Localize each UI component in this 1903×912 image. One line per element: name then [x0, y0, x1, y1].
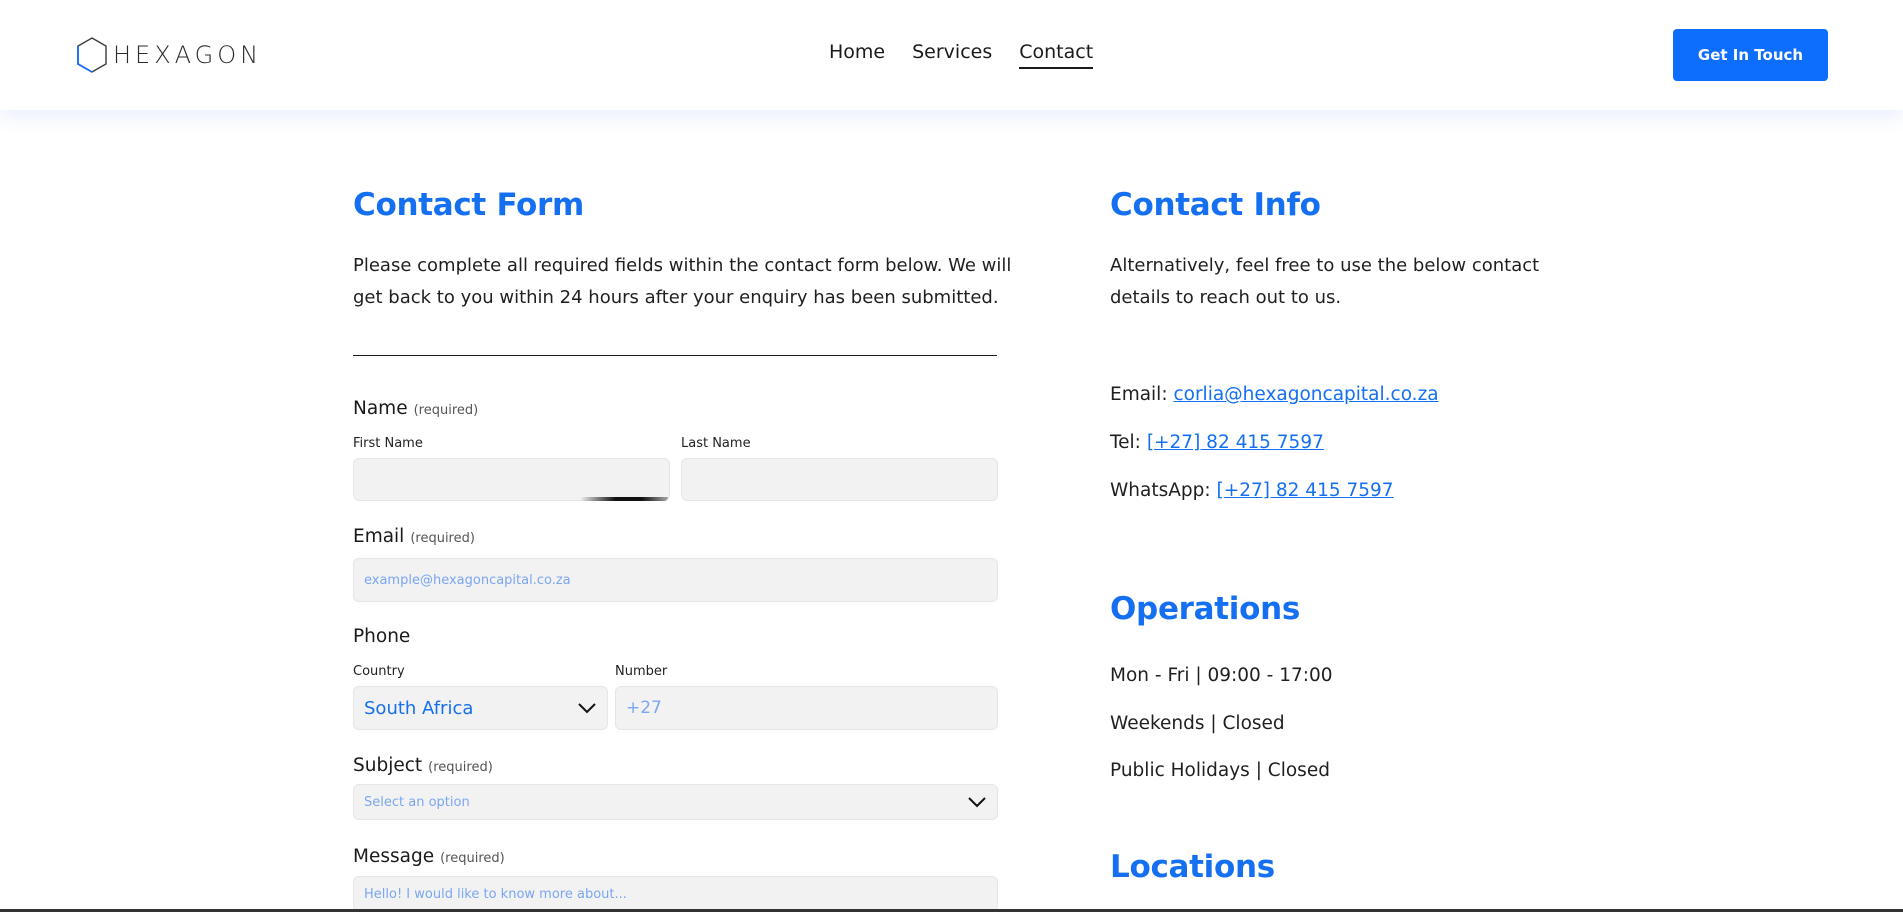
- whatsapp-info: WhatsApp: [+27] 82 415 7597: [1110, 480, 1394, 501]
- contact-form-title: Contact Form: [353, 187, 585, 223]
- chevron-down-icon: [968, 797, 986, 808]
- form-intro-line-1: Please complete all required fields with…: [353, 255, 1012, 276]
- last-name-field[interactable]: [681, 458, 998, 501]
- main-nav: Home Services Contact: [829, 42, 1094, 69]
- country-selected-value: South Africa: [364, 697, 474, 719]
- phone-number-field[interactable]: [615, 686, 998, 730]
- phone-label: Phone: [353, 626, 411, 647]
- get-in-touch-button[interactable]: Get In Touch: [1673, 29, 1828, 81]
- logo-text: HEXAGON: [113, 41, 263, 69]
- country-select[interactable]: South Africa: [353, 686, 608, 730]
- whatsapp-link[interactable]: [+27] 82 415 7597: [1217, 480, 1394, 501]
- message-required-tag: (required): [440, 851, 505, 866]
- nav-services[interactable]: Services: [912, 42, 992, 69]
- message-label-text: Message: [353, 846, 435, 867]
- subject-label-text: Subject: [353, 755, 423, 776]
- chevron-down-icon: [578, 703, 596, 714]
- hexagon-logo-icon: [77, 37, 107, 73]
- email-field[interactable]: [353, 558, 998, 602]
- nav-contact[interactable]: Contact: [1019, 42, 1094, 69]
- info-intro: Alternatively, feel free to use the belo…: [1110, 250, 1580, 314]
- email-info: Email: corlia@hexagoncapital.co.za: [1110, 384, 1439, 405]
- subject-label: Subject (required): [353, 755, 493, 776]
- first-name-field[interactable]: [353, 458, 670, 501]
- form-intro-line-2: get back to you within 24 hours after yo…: [353, 287, 999, 308]
- operations-line-holidays: Public Holidays | Closed: [1110, 760, 1330, 781]
- subject-required-tag: (required): [428, 760, 493, 775]
- locations-title: Locations: [1110, 849, 1275, 885]
- whatsapp-info-label: WhatsApp:: [1110, 480, 1211, 501]
- form-intro: Please complete all required fields with…: [353, 250, 1013, 314]
- email-link[interactable]: corlia@hexagoncapital.co.za: [1173, 384, 1438, 405]
- message-label: Message (required): [353, 846, 505, 867]
- number-label: Number: [615, 664, 668, 679]
- email-info-label: Email:: [1110, 384, 1168, 405]
- last-name-label: Last Name: [681, 436, 751, 451]
- site-header: HEXAGON Home Services Contact Get In Tou…: [0, 0, 1903, 110]
- operations-title: Operations: [1110, 591, 1301, 627]
- nav-home[interactable]: Home: [829, 42, 885, 69]
- name-required-tag: (required): [413, 403, 479, 418]
- name-label-text: Name: [353, 398, 408, 419]
- email-required-tag: (required): [410, 531, 475, 546]
- tel-info: Tel: [+27] 82 415 7597: [1110, 432, 1324, 453]
- first-name-label: First Name: [353, 436, 423, 451]
- name-label: Name (required): [353, 398, 478, 419]
- tel-info-label: Tel:: [1110, 432, 1141, 453]
- logo[interactable]: HEXAGON: [75, 36, 262, 74]
- email-label-text: Email: [353, 526, 405, 547]
- operations-line-weekdays: Mon - Fri | 09:00 - 17:00: [1110, 665, 1333, 686]
- operations-line-weekends: Weekends | Closed: [1110, 713, 1285, 734]
- divider: [353, 355, 997, 356]
- info-intro-line-2: details to reach out to us.: [1110, 287, 1342, 308]
- autofill-indicator: [580, 497, 668, 501]
- email-label: Email (required): [353, 526, 475, 547]
- info-intro-line-1: Alternatively, feel free to use the belo…: [1110, 255, 1540, 276]
- subject-select[interactable]: Select an option: [353, 784, 998, 820]
- subject-placeholder: Select an option: [364, 794, 470, 810]
- contact-info-title: Contact Info: [1110, 187, 1321, 223]
- tel-link[interactable]: [+27] 82 415 7597: [1147, 432, 1324, 453]
- message-field[interactable]: [353, 876, 998, 912]
- country-label: Country: [353, 664, 405, 679]
